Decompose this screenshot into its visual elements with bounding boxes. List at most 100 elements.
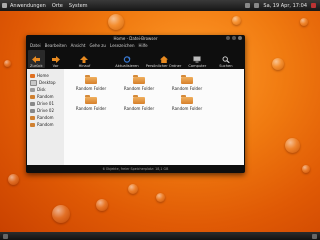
- window-toolbar: Zurück Vor Hinauf Aktualisieren Persönli…: [26, 49, 245, 68]
- window-titlebar[interactable]: Home - Datei-Browser: [26, 35, 245, 42]
- up-button[interactable]: Hinauf: [78, 50, 91, 68]
- water-drop: [232, 16, 241, 25]
- sidebar-item-label: Random: [37, 122, 54, 127]
- sidebar-item-random[interactable]: Random: [27, 93, 64, 100]
- workspace-switcher-icon[interactable]: [312, 233, 317, 239]
- volume-icon[interactable]: [254, 3, 260, 8]
- water-drop: [96, 199, 108, 211]
- sidebar-item-random[interactable]: Random: [27, 121, 64, 128]
- folder-label: Random Folder: [171, 86, 203, 91]
- up-label: Hinauf: [78, 64, 91, 68]
- sidebar-item-label: Random: [37, 115, 54, 120]
- desktop-icon: [30, 79, 37, 86]
- home-icon: [159, 56, 168, 63]
- file-view: Random Folder Random Folder Random Folde…: [64, 69, 244, 165]
- folder-label: Random Folder: [75, 86, 107, 91]
- sidebar-item-random[interactable]: Random: [27, 114, 64, 121]
- home-folder-button[interactable]: Persönlicher Ordner: [145, 50, 182, 68]
- folder-label: Random Folder: [171, 106, 203, 111]
- search-icon: [222, 56, 230, 63]
- menu-edit[interactable]: Bearbeiten: [43, 43, 69, 48]
- forward-label: Vor: [52, 64, 59, 68]
- folder-item[interactable]: Random Folder: [118, 95, 160, 111]
- top-panel: Anwendungen Orte System Sa, 19 Apr, 17:0…: [0, 0, 320, 11]
- folder-icon: [133, 75, 145, 84]
- sidebar-item-disk[interactable]: Disk: [27, 86, 64, 93]
- water-drop: [128, 184, 138, 194]
- water-drop: [302, 165, 310, 173]
- maximize-icon[interactable]: [232, 36, 236, 40]
- bottom-panel: [0, 232, 320, 240]
- menu-bookmarks[interactable]: Lesezeichen: [108, 43, 137, 48]
- back-button[interactable]: Zurück: [28, 50, 45, 68]
- water-drop: [156, 193, 165, 202]
- home-icon: [30, 73, 35, 78]
- water-drop: [8, 174, 19, 185]
- sidebar-item-drive-02[interactable]: Drive 02: [27, 107, 64, 114]
- back-label: Zurück: [30, 64, 43, 68]
- folder-label: Random Folder: [123, 106, 155, 111]
- back-arrow-icon: [32, 56, 41, 63]
- panel-menu-applications[interactable]: Anwendungen: [7, 3, 49, 9]
- folder-item[interactable]: Random Folder: [70, 95, 112, 111]
- window-title: Home - Datei-Browser: [113, 36, 158, 41]
- refresh-label: Aktualisieren: [115, 64, 139, 68]
- search-button[interactable]: Suchen: [219, 50, 233, 68]
- panel-clock[interactable]: Sa, 19 Apr, 17:04: [263, 3, 307, 9]
- folder-icon: [85, 75, 97, 84]
- computer-button[interactable]: Computer: [188, 50, 206, 68]
- water-drop: [300, 18, 308, 26]
- computer-label: Computer: [188, 64, 207, 68]
- folder-label: Random Folder: [123, 86, 155, 91]
- power-icon[interactable]: [311, 3, 316, 8]
- folder-icon: [133, 95, 145, 104]
- sidebar-item-desktop[interactable]: Desktop: [27, 79, 64, 86]
- menu-view[interactable]: Ansicht: [69, 43, 88, 48]
- show-desktop-icon[interactable]: [3, 233, 8, 239]
- status-text: 6 Objekte, freier Speicherplatz: 18,1 GB: [102, 167, 169, 171]
- drive-icon: [30, 108, 35, 113]
- panel-menu-system[interactable]: System: [66, 3, 91, 9]
- folder-item[interactable]: Random Folder: [166, 95, 208, 111]
- disk-icon: [30, 87, 35, 92]
- folder-icon: [181, 95, 193, 104]
- sidebar-item-drive-01[interactable]: Drive 01: [27, 100, 64, 107]
- folder-icon: [30, 115, 35, 120]
- menu-help[interactable]: Hilfe: [136, 43, 149, 48]
- sidebar-item-label: Drive 01: [37, 101, 55, 106]
- panel-tray: Sa, 19 Apr, 17:04: [245, 3, 320, 9]
- minimize-icon[interactable]: [226, 36, 230, 40]
- forward-button[interactable]: Vor: [51, 50, 60, 68]
- computer-icon: [193, 56, 202, 63]
- menu-file[interactable]: Datei: [28, 43, 43, 48]
- sidebar-item-label: Desktop: [39, 80, 56, 85]
- close-icon[interactable]: [238, 36, 242, 40]
- water-drop: [272, 58, 284, 70]
- home-folder-label: Persönlicher Ordner: [145, 64, 182, 68]
- refresh-icon: [123, 56, 131, 63]
- places-sidebar: Home Desktop Disk Random Drive 01 Drive …: [27, 69, 64, 165]
- forward-arrow-icon: [51, 56, 60, 63]
- folder-item[interactable]: Random Folder: [118, 75, 160, 91]
- menu-go[interactable]: Gehe zu: [87, 43, 107, 48]
- folder-label: Random Folder: [75, 106, 107, 111]
- panel-menu-places[interactable]: Orte: [49, 3, 66, 9]
- folder-icon: [85, 95, 97, 104]
- status-bar: 6 Objekte, freier Speicherplatz: 18,1 GB: [27, 166, 244, 172]
- water-drop: [285, 138, 300, 153]
- window-menubar: Datei Bearbeiten Ansicht Gehe zu Lesezei…: [26, 42, 245, 49]
- water-drop: [4, 60, 11, 67]
- sidebar-item-label: Random: [37, 94, 54, 99]
- folder-item[interactable]: Random Folder: [166, 75, 208, 91]
- refresh-button[interactable]: Aktualisieren: [115, 50, 139, 68]
- folder-item[interactable]: Random Folder: [70, 75, 112, 91]
- drive-icon: [30, 101, 35, 106]
- network-icon[interactable]: [245, 3, 251, 8]
- sidebar-item-label: Disk: [37, 87, 46, 92]
- window-content: Home Desktop Disk Random Drive 01 Drive …: [27, 69, 244, 165]
- folder-icon: [181, 75, 193, 84]
- sidebar-item-home[interactable]: Home: [27, 72, 64, 79]
- sidebar-item-label: Home: [37, 73, 49, 78]
- search-label: Suchen: [219, 64, 233, 68]
- folder-icon: [30, 94, 35, 99]
